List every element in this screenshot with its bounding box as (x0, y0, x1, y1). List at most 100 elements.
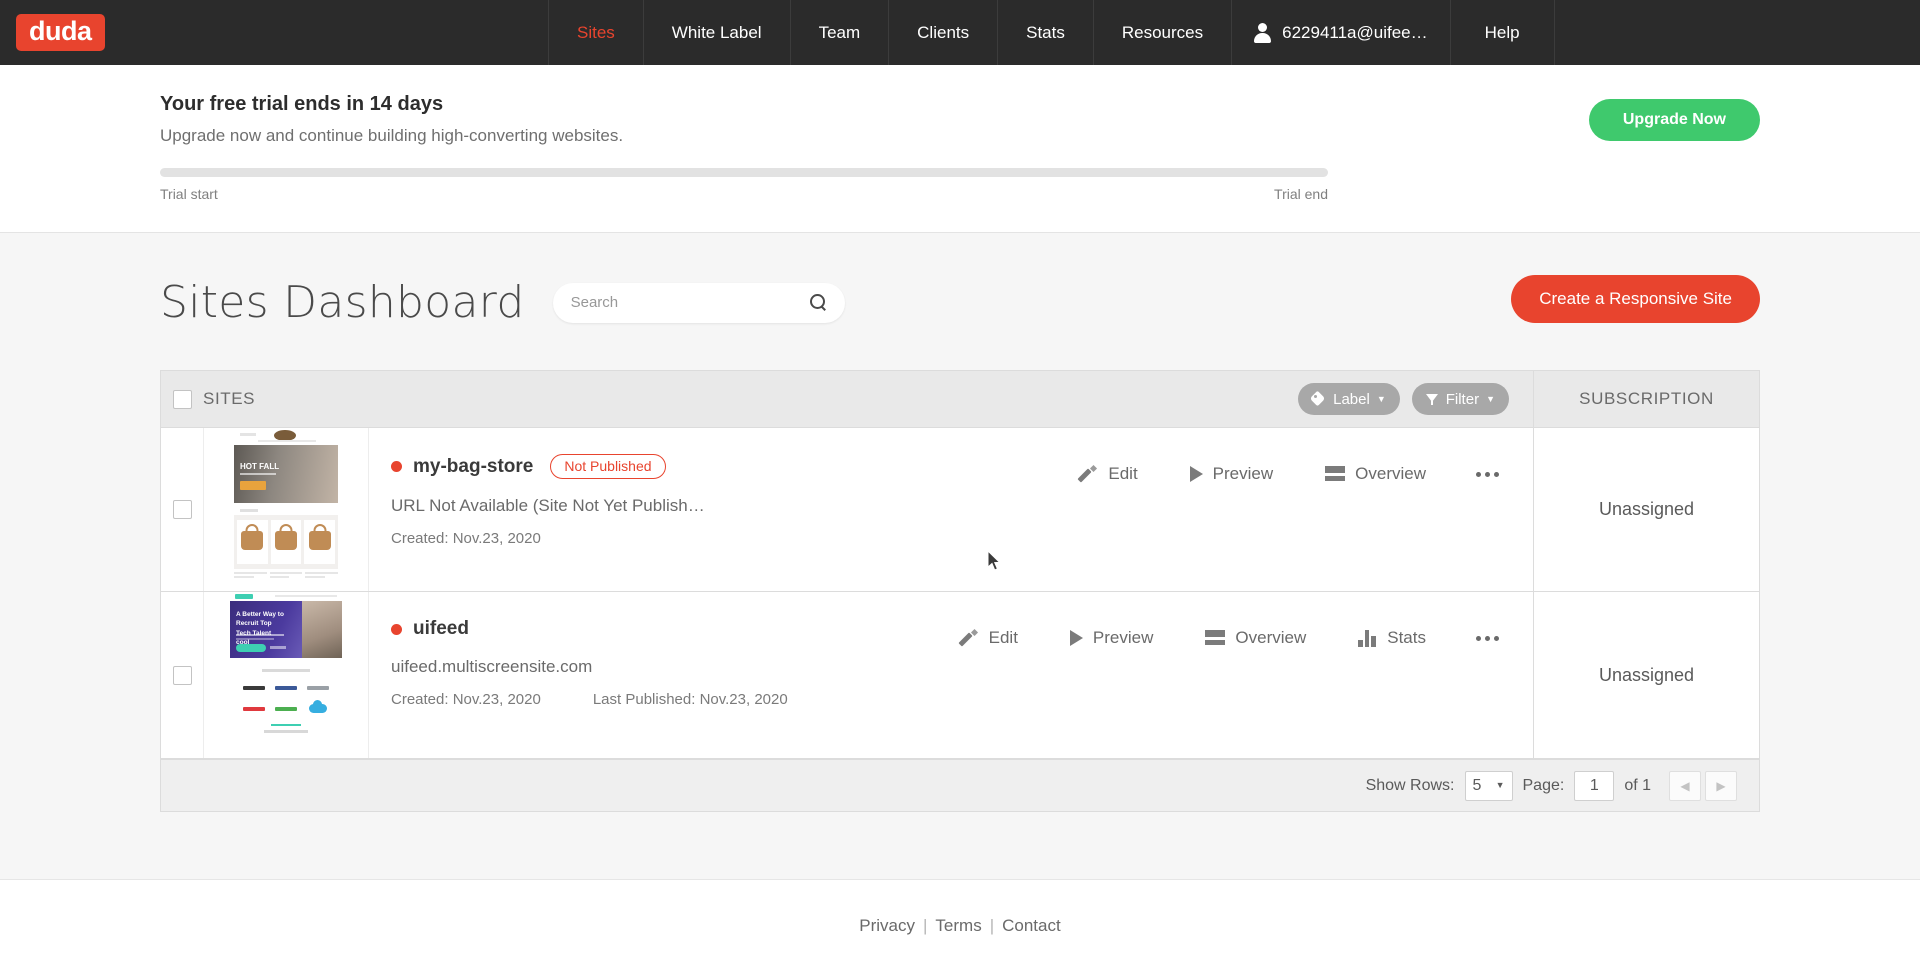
main-content: Sites Dashboard Create a Responsive Site… (0, 233, 1920, 879)
overview-action-button[interactable]: Overview (1299, 464, 1452, 484)
next-page-button[interactable]: ▶ (1705, 770, 1737, 801)
nav-item-clients[interactable]: Clients (888, 0, 997, 65)
row-body: HOT FALL my-bag-store Not Published URL … (203, 428, 1533, 591)
thumb-nav-line (258, 440, 316, 442)
trial-title: Your free trial ends in 14 days (160, 93, 444, 115)
site-name-row: uifeed (391, 618, 935, 640)
upgrade-now-button[interactable]: Upgrade Now (1588, 99, 1760, 141)
trial-start-label: Trial start (160, 186, 218, 202)
thumb-product-label (234, 572, 267, 580)
thumb-product-grid (234, 515, 338, 569)
trial-subtitle: Upgrade now and continue building high-c… (160, 126, 624, 145)
footer-separator: | (923, 915, 928, 935)
site-name[interactable]: my-bag-store (413, 456, 533, 478)
search-icon[interactable] (809, 294, 827, 311)
site-meta: Created: Nov.23, 2020 (391, 530, 1054, 547)
thumb-product-label (305, 572, 339, 580)
thumb-body (230, 658, 342, 758)
thumb-section-heading (262, 669, 310, 672)
thumb-hero-cta (236, 644, 266, 652)
thumb-product (270, 520, 302, 564)
nav-item-stats[interactable]: Stats (997, 0, 1093, 65)
nav-item-resources[interactable]: Resources (1092, 0, 1231, 65)
preview-action-button[interactable]: Preview (1044, 628, 1179, 648)
search-box[interactable] (552, 282, 845, 323)
row-checkbox[interactable] (172, 500, 192, 519)
preview-action-button[interactable]: Preview (1164, 464, 1299, 484)
thumb-logo (302, 700, 334, 716)
page-number-input[interactable] (1574, 770, 1615, 801)
thumb-logo-line (240, 433, 256, 436)
edit-action-button[interactable]: Edit (935, 628, 1044, 648)
brand-logo-container: duda (0, 0, 548, 65)
chevron-down-icon: ▼ (1376, 393, 1386, 404)
edit-label: Edit (1108, 464, 1138, 483)
nav-item-account[interactable]: 6229411a@uifee… (1231, 0, 1450, 65)
table-row[interactable]: HOT FALL my-bag-store Not Published URL … (161, 428, 1759, 592)
pencil-icon (961, 629, 979, 647)
filter-dropdown-button[interactable]: Filter ▼ (1411, 383, 1509, 415)
thumb-logo (270, 701, 302, 716)
table-pagination-footer: Show Rows: 5 ▼ Page: of 1 ◀ ▶ (161, 759, 1759, 811)
thumb-logo (302, 680, 334, 695)
select-all-cell (161, 389, 203, 409)
show-rows-select[interactable]: 5 ▼ (1464, 770, 1513, 801)
row-actions: Edit Preview Overview Stats (935, 592, 1533, 758)
subscription-cell: Unassigned (1533, 592, 1759, 758)
footer-link-terms[interactable]: Terms (935, 916, 981, 936)
nav-right-spacer (1553, 0, 1920, 65)
overview-action-button[interactable]: Overview (1179, 628, 1332, 648)
edit-action-button[interactable]: Edit (1054, 464, 1163, 484)
search-input[interactable] (570, 294, 810, 311)
site-thumbnail-cell[interactable]: A Better Way to Recruit Top Tech Talent … (203, 592, 369, 758)
stats-action-button[interactable]: Stats (1332, 628, 1452, 648)
account-email-label: 6229411a@uifee… (1282, 22, 1428, 42)
duda-logo[interactable]: duda (16, 14, 105, 51)
table-header-buttons: Label ▼ Filter ▼ (1298, 383, 1533, 415)
page-footer: Privacy | Terms | Contact (0, 879, 1920, 971)
trial-end-label: Trial end (1274, 186, 1328, 202)
thumb-hero-subline (240, 473, 276, 475)
create-responsive-site-button[interactable]: Create a Responsive Site (1511, 275, 1760, 323)
thumb-divider (271, 724, 301, 726)
status-dot-icon (391, 461, 402, 472)
footer-link-contact[interactable]: Contact (1002, 916, 1061, 936)
select-all-checkbox[interactable] (172, 389, 192, 409)
thumb-hero-line (236, 634, 284, 636)
sites-table-header: SITES Label ▼ Filter ▼ SUBSCRIPTION (161, 370, 1759, 428)
more-options-button[interactable] (1452, 628, 1523, 648)
more-options-button[interactable] (1452, 464, 1523, 484)
site-name[interactable]: uifeed (413, 618, 469, 640)
row-actions: Edit Preview Overview (1054, 428, 1533, 591)
thumb-logo-grid (230, 680, 342, 716)
thumb-hero-text: HOT FALL (240, 462, 280, 471)
filter-button-text: Filter (1445, 390, 1480, 408)
stats-label: Stats (1387, 628, 1426, 647)
site-meta: Created: Nov.23, 2020 Last Published: No… (391, 691, 935, 708)
row-checkbox[interactable] (172, 665, 192, 685)
tag-icon (1312, 392, 1326, 406)
footer-link-privacy[interactable]: Privacy (859, 916, 915, 936)
funnel-icon (1425, 393, 1439, 406)
nav-item-white-label[interactable]: White Label (642, 0, 790, 65)
thumb-section-caption (240, 509, 258, 512)
site-thumbnail-cell[interactable]: HOT FALL (203, 428, 369, 591)
column-header-sites: SITES (203, 389, 256, 408)
thumb-header (230, 592, 342, 601)
nav-item-sites[interactable]: Sites (548, 0, 643, 65)
thumb-product-label (269, 572, 303, 580)
row-select-cell (161, 592, 203, 758)
page-title: Sites Dashboard (160, 277, 525, 328)
nav-item-team[interactable]: Team (789, 0, 889, 65)
site-name-row: my-bag-store Not Published (391, 454, 1054, 479)
thumb-logo (238, 701, 270, 716)
bar-chart-icon (1358, 629, 1377, 647)
play-icon (1189, 466, 1203, 482)
column-header-subscription: SUBSCRIPTION (1533, 370, 1759, 428)
nav-item-help[interactable]: Help (1449, 0, 1554, 65)
label-dropdown-button[interactable]: Label ▼ (1298, 383, 1400, 415)
trial-banner-inner: Your free trial ends in 14 days Upgrade … (0, 93, 1920, 202)
table-row[interactable]: A Better Way to Recruit Top Tech Talent … (161, 592, 1759, 759)
site-url[interactable]: uifeed.multiscreensite.com (391, 657, 935, 677)
previous-page-button[interactable]: ◀ (1669, 770, 1701, 801)
